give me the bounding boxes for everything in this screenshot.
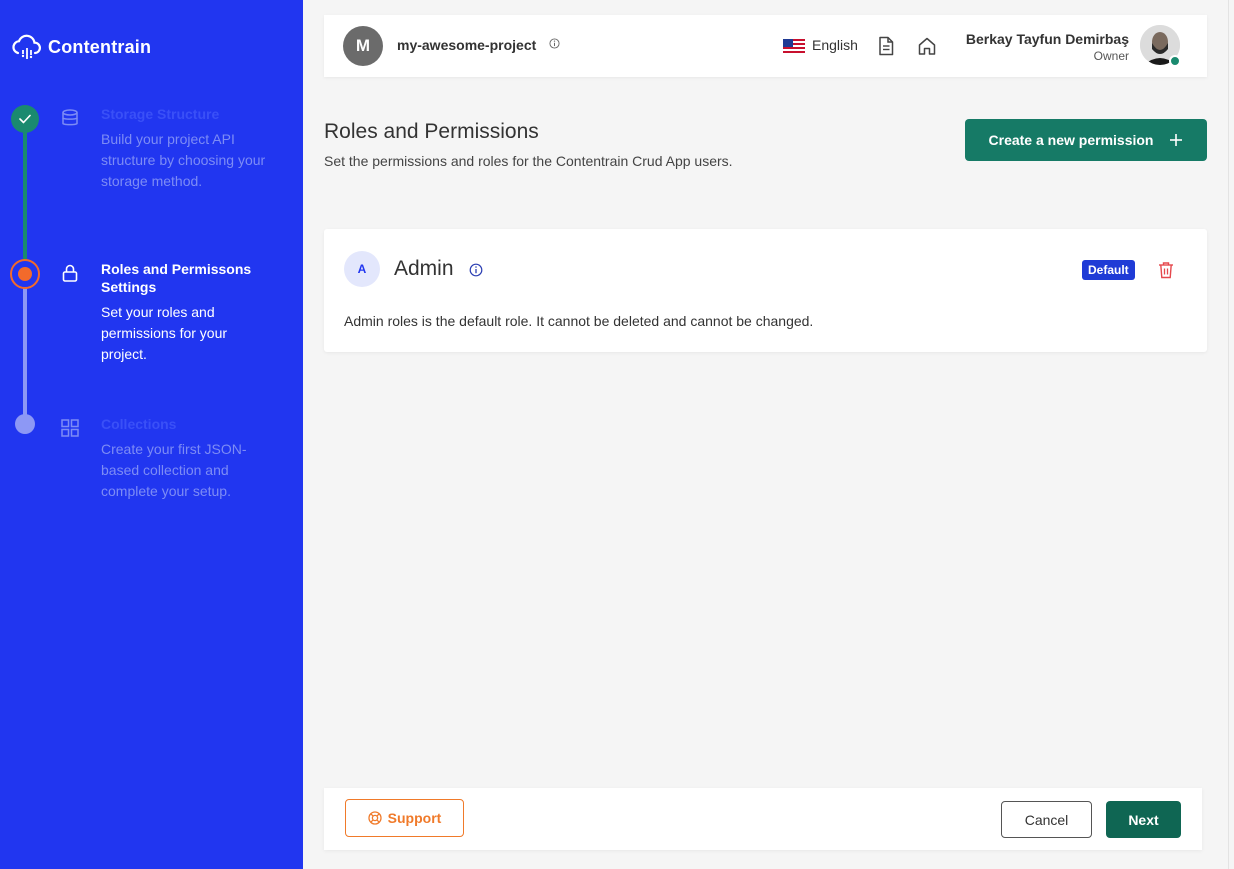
user-name[interactable]: Berkay Tayfun Demirbaş: [966, 31, 1129, 47]
project-name[interactable]: my-awesome-project: [397, 37, 536, 53]
trash-icon[interactable]: [1158, 261, 1174, 279]
database-icon: [62, 109, 78, 126]
online-status-dot: [1169, 55, 1181, 67]
step-1-indicator: [11, 105, 39, 133]
sidebar: Contentrain Storage Structure Build your…: [0, 0, 303, 869]
role-description: Admin roles is the default role. It cann…: [344, 313, 814, 329]
role-name: Admin: [394, 257, 454, 280]
document-icon[interactable]: [877, 36, 895, 56]
step-2-desc: Set your roles and permissions for your …: [101, 304, 228, 362]
top-header: M my-awesome-project English Berkay Tayf…: [324, 15, 1207, 77]
role-avatar: A: [344, 251, 380, 287]
create-permission-button[interactable]: Create a new permission: [965, 119, 1207, 161]
language-selector[interactable]: English: [812, 37, 858, 53]
create-permission-label: Create a new permission: [988, 132, 1154, 148]
check-icon: [19, 114, 31, 124]
home-icon[interactable]: [917, 36, 937, 56]
support-label: Support: [387, 810, 442, 826]
cancel-button[interactable]: Cancel: [1001, 801, 1092, 838]
footer-bar: Support Cancel Next: [324, 788, 1202, 850]
support-button[interactable]: Support: [345, 799, 464, 837]
lock-icon: [62, 264, 78, 282]
info-icon[interactable]: [469, 263, 483, 277]
us-flag-icon[interactable]: [783, 39, 805, 53]
cloud-logo-icon: [12, 34, 41, 59]
next-button[interactable]: Next: [1106, 801, 1181, 838]
info-icon[interactable]: [549, 38, 560, 49]
brand-name: Contentrain: [48, 36, 152, 57]
step-2-indicator: [10, 259, 40, 289]
project-avatar[interactable]: M: [343, 26, 383, 66]
step-3-indicator: [15, 414, 35, 434]
lifebuoy-icon: [368, 811, 382, 825]
step-1-desc: Build your project API structure by choo…: [101, 131, 266, 189]
page-title: Roles and Permissions: [324, 120, 539, 143]
step-2-title[interactable]: Roles and Permissons Settings: [101, 260, 281, 296]
step-track-complete: [23, 120, 27, 274]
step-1-title[interactable]: Storage Structure: [101, 105, 281, 123]
default-badge: Default: [1082, 260, 1135, 280]
step-3-desc: Create your first JSON-based collection …: [101, 441, 247, 499]
role-card-admin[interactable]: A Admin Default Admin roles is the defau…: [324, 229, 1207, 352]
step-3-title[interactable]: Collections: [101, 415, 281, 433]
plus-icon: [1170, 134, 1183, 146]
grid-icon: [61, 419, 79, 437]
current-step-dot: [18, 267, 32, 281]
scrollbar-gutter[interactable]: [1228, 0, 1229, 869]
page-subtitle: Set the permissions and roles for the Co…: [324, 153, 733, 169]
user-role: Owner: [1093, 49, 1129, 63]
logo: Contentrain: [10, 33, 151, 61]
step-track-pending: [23, 274, 27, 424]
